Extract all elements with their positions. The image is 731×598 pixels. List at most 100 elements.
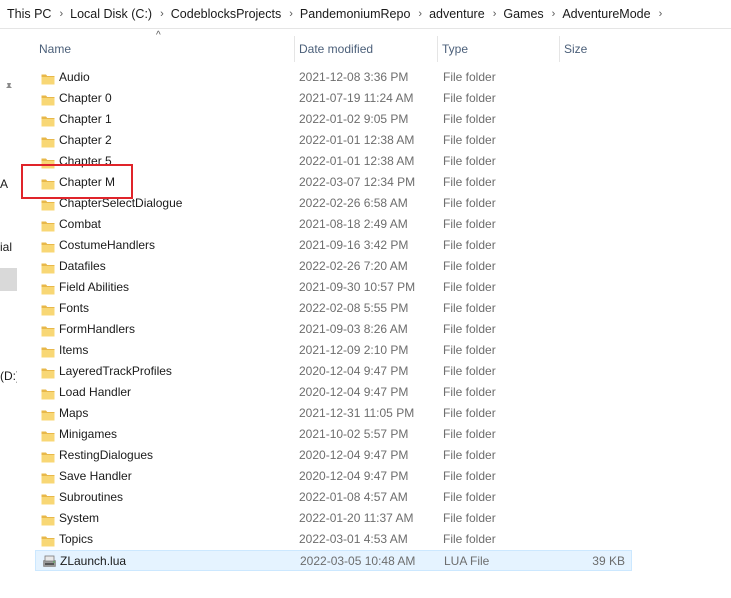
folder-icon	[41, 533, 55, 547]
file-type: File folder	[443, 112, 496, 126]
file-name[interactable]: Load Handler	[59, 382, 131, 403]
file-row[interactable]: ZLaunch.lua 2022-03-05 10:48 AM LUA File 39…	[35, 550, 632, 571]
column-header-name[interactable]: Name	[35, 36, 293, 62]
file-type: File folder	[443, 133, 496, 147]
file-name[interactable]: Maps	[59, 403, 88, 424]
file-type: File folder	[443, 175, 496, 189]
file-name[interactable]: FormHandlers	[59, 319, 135, 340]
file-row[interactable]: Maps 2021-12-31 11:05 PM File folder	[35, 403, 632, 424]
file-name[interactable]: Audio	[59, 67, 90, 88]
file-name[interactable]: Topics	[59, 529, 93, 550]
file-row[interactable]: Datafiles 2022-02-26 7:20 AM File folder	[35, 256, 632, 277]
file-row[interactable]: Combat 2021-08-18 2:49 AM File folder	[35, 214, 632, 235]
file-row[interactable]: Subroutines 2022-01-08 4:57 AM File folder	[35, 487, 632, 508]
file-name[interactable]: Chapter 0	[59, 88, 112, 109]
chevron-right-icon[interactable]: ›	[410, 8, 422, 20]
breadcrumb-label[interactable]: AdventureMode	[555, 7, 650, 21]
breadcrumb-segment[interactable]: This PC ›	[0, 7, 63, 21]
file-type: File folder	[443, 406, 496, 420]
file-date-modified: 2020-12-04 9:47 PM	[299, 469, 409, 483]
file-row[interactable]: Chapter 1 2022-01-02 9:05 PM File folder	[35, 109, 632, 130]
folder-icon	[41, 218, 55, 232]
folder-icon	[41, 407, 55, 421]
file-type: File folder	[443, 238, 496, 252]
file-date-modified: 2022-01-08 4:57 AM	[299, 490, 408, 504]
file-date-modified: 2021-10-02 5:57 PM	[299, 427, 409, 441]
file-date-modified: 2022-01-01 12:38 AM	[299, 154, 415, 168]
breadcrumb-segment[interactable]: PandemoniumRepo ›	[293, 7, 422, 21]
nav-item-fragment[interactable]: A	[0, 177, 8, 191]
file-row[interactable]: RestingDialogues 2020-12-04 9:47 PM File f…	[35, 445, 632, 466]
file-type: File folder	[443, 343, 496, 357]
breadcrumb-label[interactable]: This PC	[0, 7, 51, 21]
file-row[interactable]: System 2022-01-20 11:37 AM File folder	[35, 508, 632, 529]
chevron-right-icon[interactable]: ›	[51, 8, 63, 20]
file-name[interactable]: Minigames	[59, 424, 117, 445]
file-name[interactable]: Combat	[59, 214, 101, 235]
file-date-modified: 2022-03-01 4:53 AM	[299, 532, 408, 546]
file-name[interactable]: Field Abilities	[59, 277, 129, 298]
nav-item-fragment[interactable]: ial	[0, 240, 12, 254]
file-name[interactable]: LayeredTrackProfiles	[59, 361, 172, 382]
breadcrumb: This PC › Local Disk (C:) › CodeblocksProjec…	[0, 0, 731, 29]
column-header-type[interactable]: Type	[437, 36, 561, 62]
file-row[interactable]: Minigames 2021-10-02 5:57 PM File folder	[35, 424, 632, 445]
file-row[interactable]: LayeredTrackProfiles 2020-12-04 9:47 PM Fi…	[35, 361, 632, 382]
pin-icon[interactable]	[4, 82, 14, 92]
folder-icon	[41, 386, 55, 400]
file-name[interactable]: ZLaunch.lua	[60, 551, 126, 572]
nav-item-fragment[interactable]: (D:)	[0, 369, 17, 383]
file-row[interactable]: CostumeHandlers 2021-09-16 3:42 PM File fo…	[35, 235, 632, 256]
file-name[interactable]: Save Handler	[59, 466, 132, 487]
breadcrumb-segment[interactable]: adventure ›	[422, 7, 496, 21]
file-size: 39 KB	[592, 554, 625, 568]
folder-icon	[41, 449, 55, 463]
file-name[interactable]: Chapter 1	[59, 109, 112, 130]
breadcrumb-segment[interactable]: Local Disk (C:) ›	[63, 7, 164, 21]
nav-item-selected[interactable]	[0, 268, 17, 291]
folder-icon	[41, 113, 55, 127]
file-type: File folder	[443, 196, 496, 210]
file-name[interactable]: Fonts	[59, 298, 89, 319]
file-row[interactable]: Fonts 2022-02-08 5:55 PM File folder	[35, 298, 632, 319]
chevron-right-icon[interactable]: ›	[152, 8, 164, 20]
file-name[interactable]: CostumeHandlers	[59, 235, 155, 256]
breadcrumb-label[interactable]: CodeblocksProjects	[164, 7, 281, 21]
file-date-modified: 2021-12-08 3:36 PM	[299, 70, 409, 84]
file-row[interactable]: Chapter 0 2021-07-19 11:24 AM File folder	[35, 88, 632, 109]
file-type: File folder	[443, 469, 496, 483]
breadcrumb-segment[interactable]: AdventureMode ›	[555, 7, 662, 21]
file-row[interactable]: Audio 2021-12-08 3:36 PM File folder	[35, 67, 632, 88]
breadcrumb-label[interactable]: adventure	[422, 7, 485, 21]
file-date-modified: 2021-12-31 11:05 PM	[299, 406, 415, 420]
file-type: LUA File	[444, 554, 490, 568]
chevron-right-icon[interactable]: ›	[281, 8, 293, 20]
breadcrumb-segment[interactable]: CodeblocksProjects ›	[164, 7, 293, 21]
chevron-right-icon[interactable]: ›	[485, 8, 497, 20]
file-name[interactable]: System	[59, 508, 99, 529]
file-row[interactable]: Chapter 2 2022-01-01 12:38 AM File folder	[35, 130, 632, 151]
breadcrumb-label[interactable]: Local Disk (C:)	[63, 7, 152, 21]
file-row[interactable]: Topics 2022-03-01 4:53 AM File folder	[35, 529, 632, 550]
file-name[interactable]: Chapter 2	[59, 130, 112, 151]
column-header-size[interactable]: Size	[559, 36, 636, 62]
file-row[interactable]: FormHandlers 2021-09-03 8:26 AM File folde…	[35, 319, 632, 340]
file-name[interactable]: Items	[59, 340, 88, 361]
file-row[interactable]: Load Handler 2020-12-04 9:47 PM File folde…	[35, 382, 632, 403]
chevron-right-icon[interactable]: ›	[544, 8, 556, 20]
column-header-date-modified[interactable]: Date modified	[294, 36, 437, 62]
file-name[interactable]: Datafiles	[59, 256, 106, 277]
file-date-modified: 2021-12-09 2:10 PM	[299, 343, 409, 357]
file-date-modified: 2020-12-04 9:47 PM	[299, 385, 409, 399]
breadcrumb-segment[interactable]: Games ›	[496, 7, 555, 21]
file-list: Audio 2021-12-08 3:36 PM File folder Chapte…	[35, 67, 635, 571]
file-date-modified: 2022-01-01 12:38 AM	[299, 133, 415, 147]
breadcrumb-label[interactable]: PandemoniumRepo	[293, 7, 411, 21]
file-row[interactable]: Field Abilities 2021-09-30 10:57 PM File f…	[35, 277, 632, 298]
file-row[interactable]: Items 2021-12-09 2:10 PM File folder	[35, 340, 632, 361]
chevron-right-icon[interactable]: ›	[651, 8, 663, 20]
file-name[interactable]: RestingDialogues	[59, 445, 153, 466]
breadcrumb-label[interactable]: Games	[496, 7, 543, 21]
file-row[interactable]: Save Handler 2020-12-04 9:47 PM File folde…	[35, 466, 632, 487]
file-name[interactable]: Subroutines	[59, 487, 123, 508]
